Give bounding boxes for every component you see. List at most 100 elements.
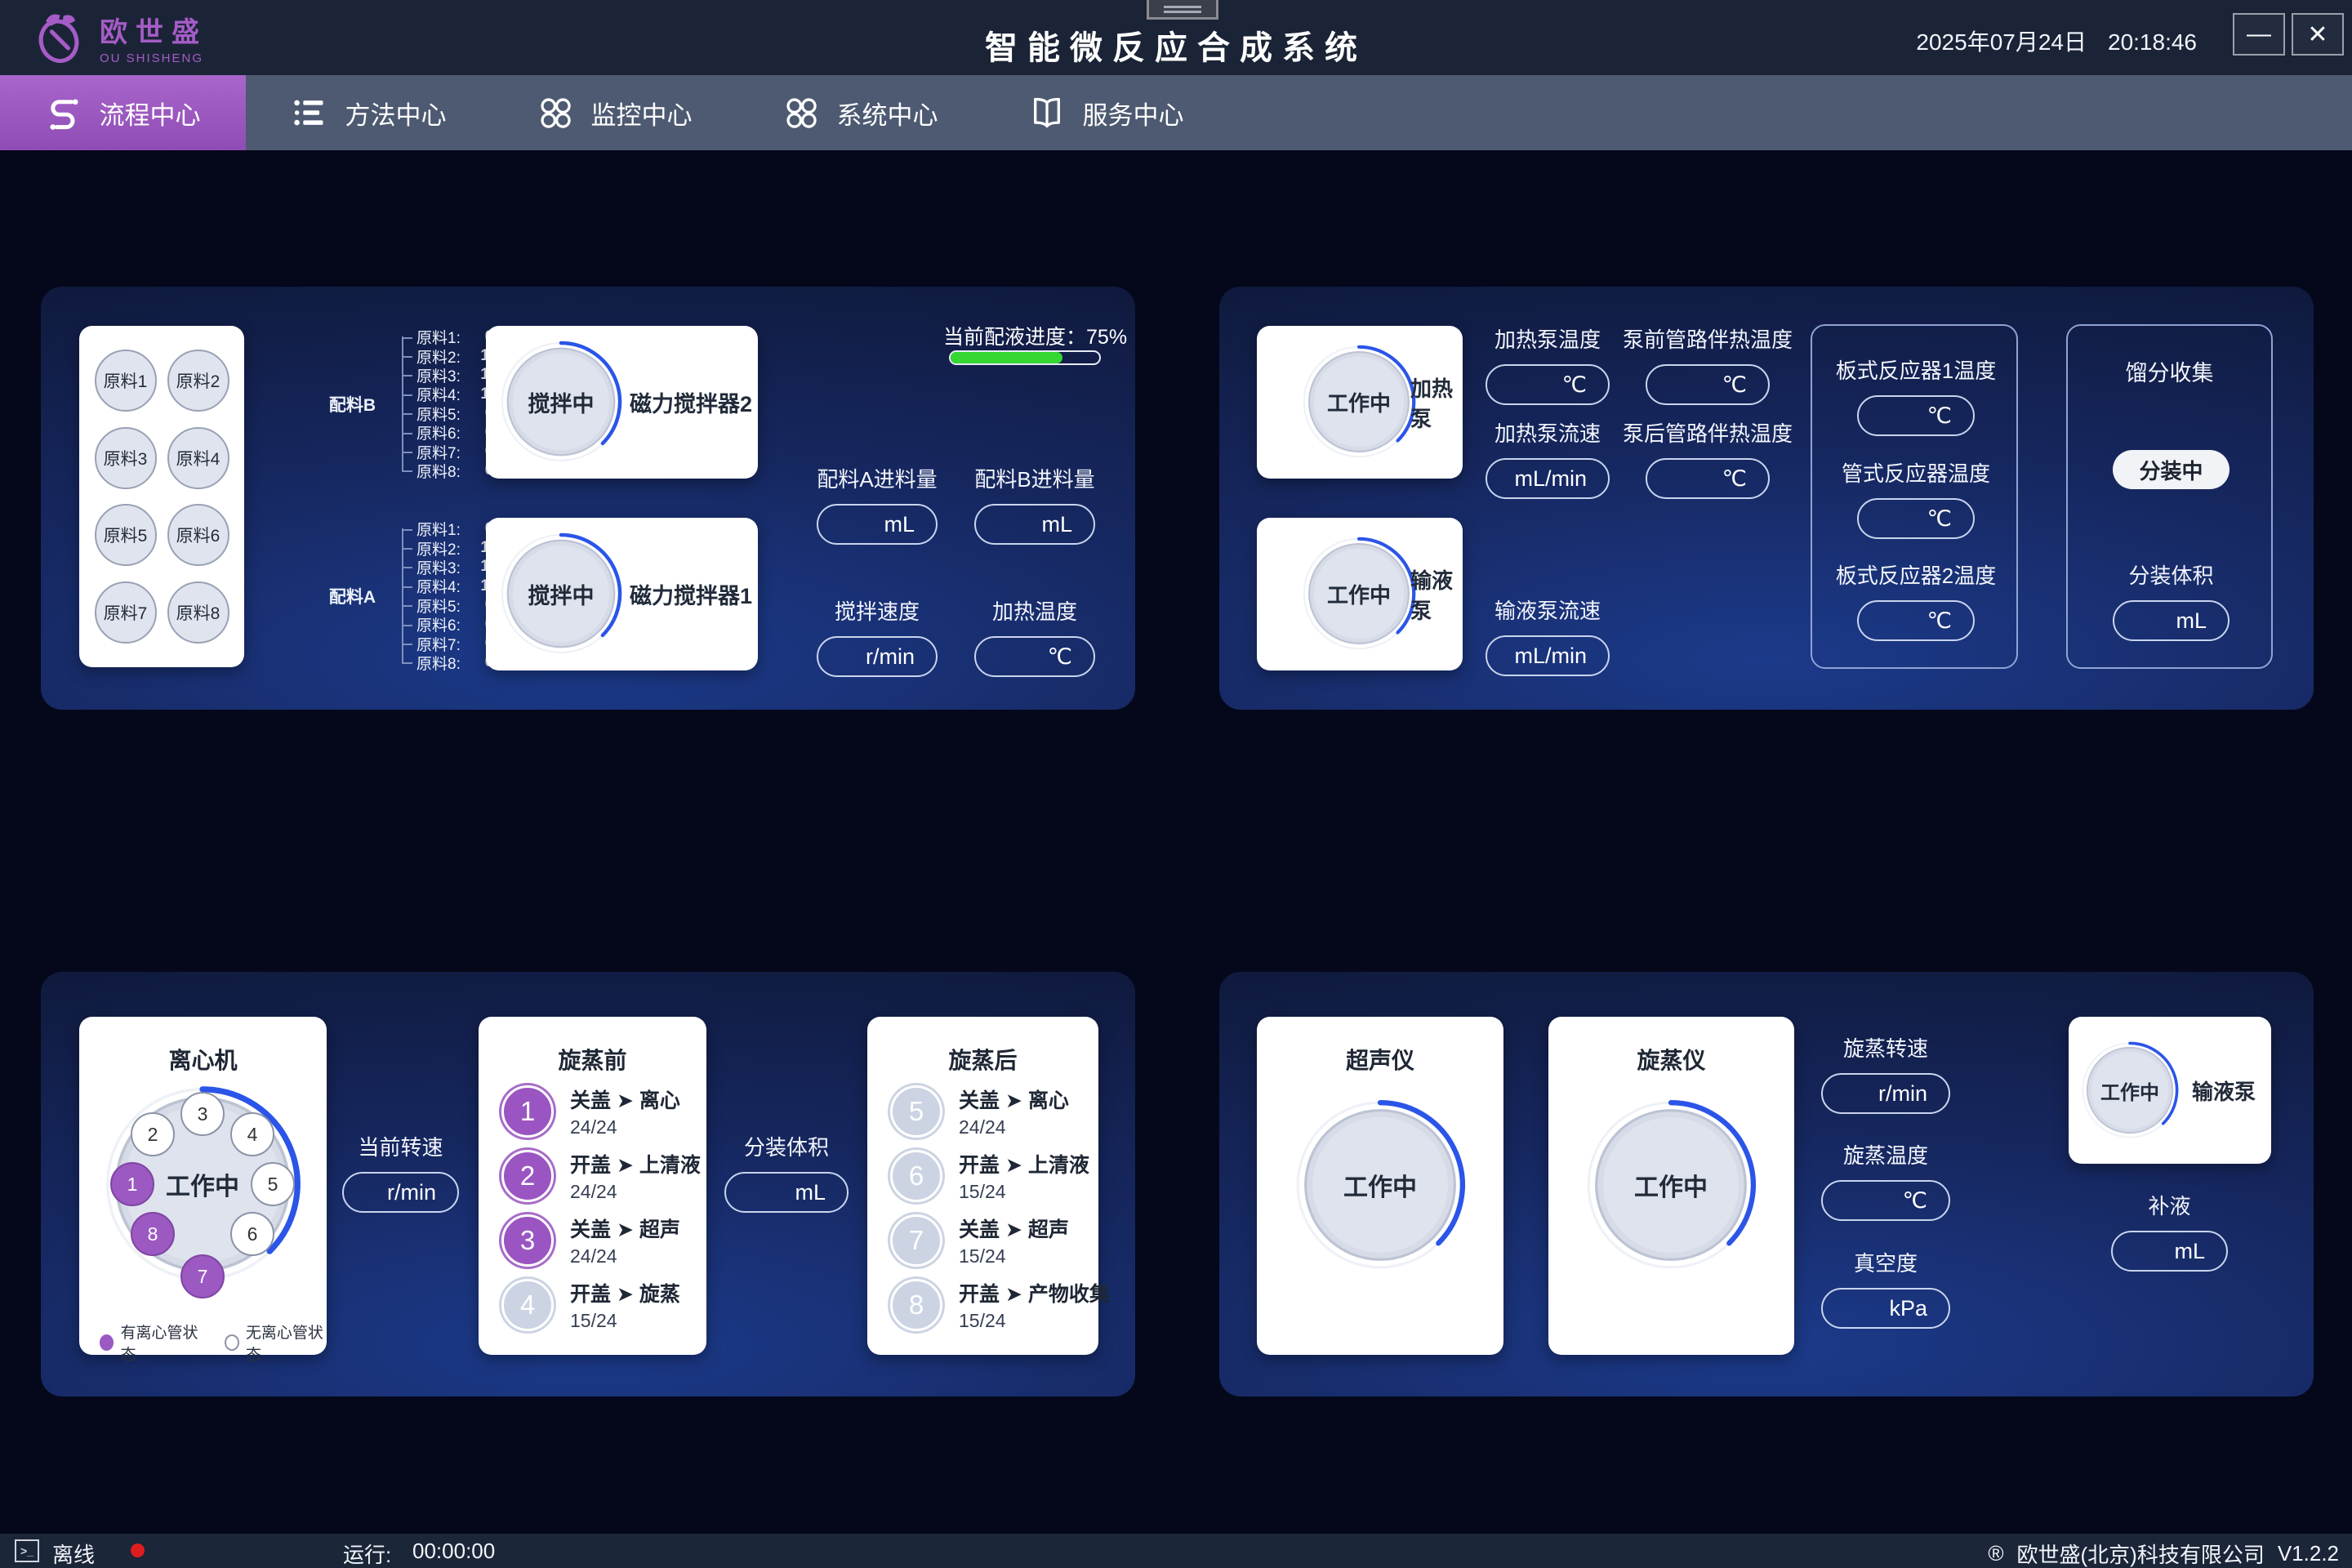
raw-material-circle: 原料8 (167, 581, 229, 644)
tab-label: 方法中心 (345, 95, 447, 131)
rot-speed-input[interactable]: r/min (1821, 1073, 1950, 1114)
rot-temp-label: 旋蒸温度 (1843, 1139, 1928, 1169)
stir-speed-input[interactable]: r/min (817, 636, 938, 677)
feed-a-input[interactable]: mL (817, 504, 938, 545)
minimize-button[interactable]: — (2233, 13, 2285, 56)
tab-process-center[interactable]: 流程中心 (0, 75, 246, 150)
dispensing-button[interactable]: 分装中 (2113, 450, 2230, 489)
rot-speed-label: 旋蒸转速 (1843, 1032, 1928, 1062)
pre-line-temp-field: 泵前管路伴热温度 ℃ (1646, 323, 1770, 405)
tab-label: 系统中心 (837, 95, 938, 131)
tab-system-center[interactable]: 系统中心 (737, 75, 983, 150)
prep-progress-label: 当前配液进度：75% (943, 321, 1127, 350)
heat-pump-card: 工作中 加热泵 (1257, 326, 1463, 479)
book-icon (1029, 95, 1065, 131)
heat-temp-label: 加热温度 (992, 595, 1077, 626)
flow-icon (46, 95, 82, 131)
plate1-temp-label: 板式反应器1温度 (1836, 354, 1996, 385)
rot-speed-field: 旋蒸转速 r/min (1821, 1032, 1950, 1114)
raw-material-rack: 原料1原料2原料3原料4原料5原料6原料7原料8 (79, 326, 244, 667)
tab-service-center[interactable]: 服务中心 (983, 75, 1229, 150)
main-nav: 流程中心 方法中心 监控中心 系统中心 服务中心 (0, 75, 2352, 150)
mixer1-card: 搅拌中 磁力搅拌器1 (486, 518, 758, 670)
process-step: 5 关盖 ➤ 离心 24/24 (890, 1085, 1092, 1138)
aliquot-volume-label: 分装体积 (744, 1131, 829, 1161)
centrifuge-tube: 1 (110, 1162, 154, 1206)
rotovap-title: 旋蒸仪 (1548, 1043, 1794, 1076)
heat-pump-flow-input[interactable]: mL/min (1486, 458, 1610, 499)
plate2-temp-field: 板式反应器2温度 ℃ (1857, 559, 1975, 641)
refill-input[interactable]: mL (2111, 1231, 2228, 1272)
post-line-temp-input[interactable]: ℃ (1646, 458, 1770, 499)
infusion-flow-input[interactable]: mL/min (1486, 635, 1610, 676)
rot-temp-field: 旋蒸温度 ℃ (1821, 1139, 1950, 1221)
stir-speed-field: 搅拌速度 r/min (817, 595, 938, 677)
centrifuge-panel: 离心机 工作中 12345678 有离心管状态 无离心管状态 当前转速 r/mi… (41, 972, 1135, 1396)
grid-icon (537, 95, 573, 131)
heat-temp-input[interactable]: ℃ (974, 636, 1095, 677)
feed-a-label: 配料A进料量 (817, 463, 937, 493)
tab-monitor-center[interactable]: 监控中心 (492, 75, 737, 150)
pre-line-temp-input[interactable]: ℃ (1646, 364, 1770, 405)
list-icon (292, 95, 327, 131)
dispense-volume-input[interactable]: mL (2113, 600, 2230, 641)
stir-speed-label: 搅拌速度 (835, 595, 920, 626)
heat-pump-name: 加热泵 (1410, 326, 1463, 479)
raw-material-circle: 原料3 (95, 427, 157, 489)
step-number: 1 (501, 1085, 554, 1138)
rot-temp-input[interactable]: ℃ (1821, 1180, 1950, 1221)
current-speed-label: 当前转速 (358, 1131, 443, 1161)
fraction-collect-title: 馏分收集 (2068, 355, 2271, 387)
tube-temp-label: 管式反应器温度 (1842, 457, 1990, 488)
empty-tube-label: 无离心管状态 (246, 1321, 327, 1365)
company-info: ® 欧世盛(北京)科技有限公司 V1.2.2 (1988, 1539, 2339, 1568)
dispense-volume-field: 分装体积 mL (2113, 559, 2230, 641)
close-button[interactable]: ✕ (2292, 13, 2344, 56)
tab-label: 服务中心 (1083, 95, 1184, 131)
feed-b-input[interactable]: mL (974, 504, 1095, 545)
post-line-temp-field: 泵后管路伴热温度 ℃ (1646, 417, 1770, 499)
heat-pump-flow-label: 加热泵流速 (1494, 417, 1601, 448)
rotovap-card: 旋蒸仪 工作中 (1548, 1017, 1794, 1355)
registered-icon: ® (1988, 1541, 2003, 1566)
tube-temp-field: 管式反应器温度 ℃ (1857, 457, 1975, 539)
plate2-temp-input[interactable]: ℃ (1857, 600, 1975, 641)
refill-field: 补液 mL (2111, 1190, 2228, 1272)
aliquot-volume-input[interactable]: mL (724, 1172, 849, 1213)
process-step: 7 关盖 ➤ 超声 15/24 (890, 1214, 1092, 1267)
offline-indicator (131, 1544, 145, 1557)
window-drag-handle[interactable] (1147, 0, 1218, 20)
terminal-icon[interactable]: >_ (15, 1539, 39, 1562)
infusion-flow-label: 输液泵流速 (1494, 595, 1601, 625)
centrifuge-tube: 5 (251, 1162, 295, 1206)
plate1-temp-input[interactable]: ℃ (1857, 395, 1975, 436)
vacuum-input[interactable]: kPa (1821, 1288, 1950, 1329)
heat-temp-field: 加热温度 ℃ (974, 595, 1095, 677)
filled-tube-dot (100, 1334, 114, 1351)
ultrasonic-card: 超声仪 工作中 (1257, 1017, 1503, 1355)
tab-method-center[interactable]: 方法中心 (246, 75, 492, 150)
step-number: 3 (501, 1214, 554, 1267)
prep-progress-bar (949, 350, 1101, 365)
process-step: 8 开盖 ➤ 产物收集 15/24 (890, 1279, 1092, 1331)
filled-tube-label: 有离心管状态 (120, 1321, 202, 1365)
raw-material-circle: 原料4 (167, 427, 229, 489)
post-evap-title: 旋蒸后 (867, 1043, 1098, 1076)
datetime: 2025年07月24日20:18:46 (1916, 24, 2197, 57)
infusion-pump-name: 输液泵 (1410, 518, 1463, 670)
process-step: 4 开盖 ➤ 旋蒸 15/24 (501, 1279, 700, 1331)
centrifuge-card: 离心机 工作中 12345678 有离心管状态 无离心管状态 (79, 1017, 327, 1355)
centrifuge-tube: 2 (131, 1112, 175, 1156)
fraction-collect-box: 馏分收集 分装中 分装体积 mL (2066, 324, 2273, 669)
heat-pump-temp-input[interactable]: ℃ (1486, 364, 1610, 405)
centrifuge-tube: 4 (230, 1112, 274, 1156)
connection-status: 离线 (52, 1539, 95, 1568)
infusion-pump-status: 工作中 (1302, 537, 1416, 651)
tube-temp-input[interactable]: ℃ (1857, 498, 1975, 539)
company-name: 欧世盛(北京)科技有限公司 (2017, 1539, 2265, 1568)
process-step: 3 关盖 ➤ 超声 24/24 (501, 1214, 700, 1267)
current-speed-input[interactable]: r/min (342, 1172, 459, 1213)
feed-b-label: 配料B进料量 (974, 463, 1094, 493)
process-step: 2 开盖 ➤ 上清液 24/24 (501, 1150, 700, 1202)
prep-panel: 原料1原料2原料3原料4原料5原料6原料7原料8 配料B 原料1:0mL 原料2… (41, 287, 1135, 710)
